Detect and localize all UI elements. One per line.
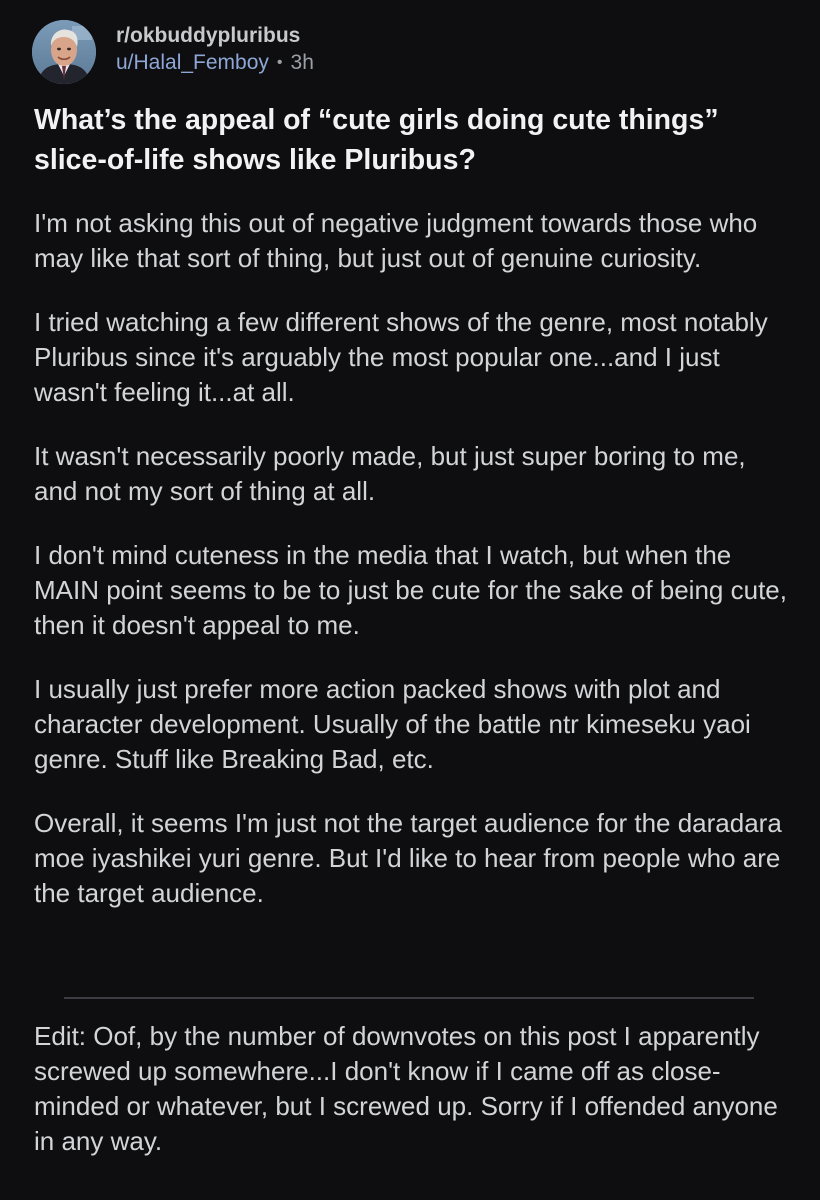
username-link[interactable]: u/Halal_Femboy xyxy=(116,49,269,77)
author-line: u/Halal_Femboy • 3h xyxy=(116,49,314,77)
body-paragraph: I usually just prefer more action packed… xyxy=(34,674,751,774)
section-divider xyxy=(64,997,754,999)
body-paragraph: I tried watching a few different shows o… xyxy=(34,307,768,407)
body-paragraph: I don't mind cuteness in the media that … xyxy=(34,540,787,640)
post-age: 3h xyxy=(290,51,314,74)
body-paragraph: Overall, it seems I'm just not the targe… xyxy=(34,808,782,908)
user-avatar-icon[interactable] xyxy=(32,20,96,84)
subreddit-link[interactable]: r/okbuddypluribus xyxy=(116,23,314,49)
post-header: r/okbuddypluribus u/Halal_Femboy • 3h xyxy=(32,20,314,84)
post-title[interactable]: What’s the appeal of “cute girls doing c… xyxy=(34,100,794,180)
post-body: I'm not asking this out of negative judg… xyxy=(34,206,794,940)
post-meta: r/okbuddypluribus u/Halal_Femboy • 3h xyxy=(116,24,314,77)
separator-dot: • xyxy=(276,54,283,71)
body-paragraph: I'm not asking this out of negative judg… xyxy=(34,208,758,273)
reddit-post: r/okbuddypluribus u/Halal_Femboy • 3h Wh… xyxy=(0,0,820,1200)
body-paragraph: It wasn't necessarily poorly made, but j… xyxy=(34,441,746,506)
edit-note: Edit: Oof, by the number of downvotes on… xyxy=(34,1021,778,1156)
avatar-photo-icon xyxy=(32,20,96,84)
